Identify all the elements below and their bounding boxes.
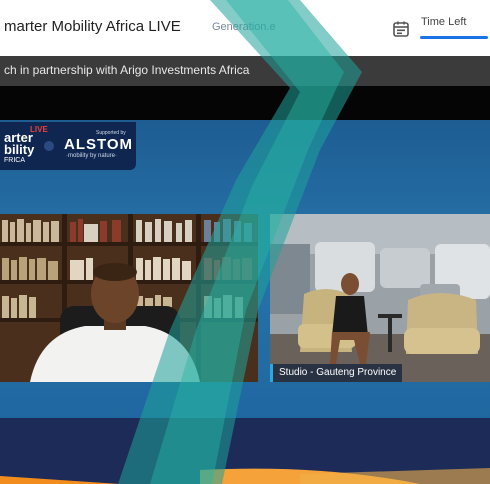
sponsor-tagline: ·mobility by nature· [66, 153, 118, 159]
bookshelf-scene [0, 214, 258, 382]
logo-line-2: bility [4, 142, 35, 157]
sponsor-brand: ALSTOM [64, 136, 134, 153]
logo-line-3: FRICA [4, 157, 25, 164]
speaker-video-left[interactable] [0, 214, 258, 382]
studio-scene [270, 214, 490, 382]
studio-video-right[interactable] [270, 214, 490, 382]
logo-separator-dot [44, 141, 54, 151]
page-title: marter Mobility Africa LIVE [4, 18, 181, 35]
sponsor-link[interactable]: Generation.e [212, 21, 276, 33]
video-caption: Studio - Gauteng Province [270, 364, 403, 382]
calendar-icon[interactable] [392, 20, 410, 38]
stream-top-band [0, 86, 490, 120]
time-left-tab[interactable]: Time Left [421, 16, 466, 28]
active-tab-indicator [420, 36, 488, 39]
banner-text: ch in partnership with Arigo Investments… [4, 63, 250, 77]
orange-swoosh [0, 468, 490, 484]
